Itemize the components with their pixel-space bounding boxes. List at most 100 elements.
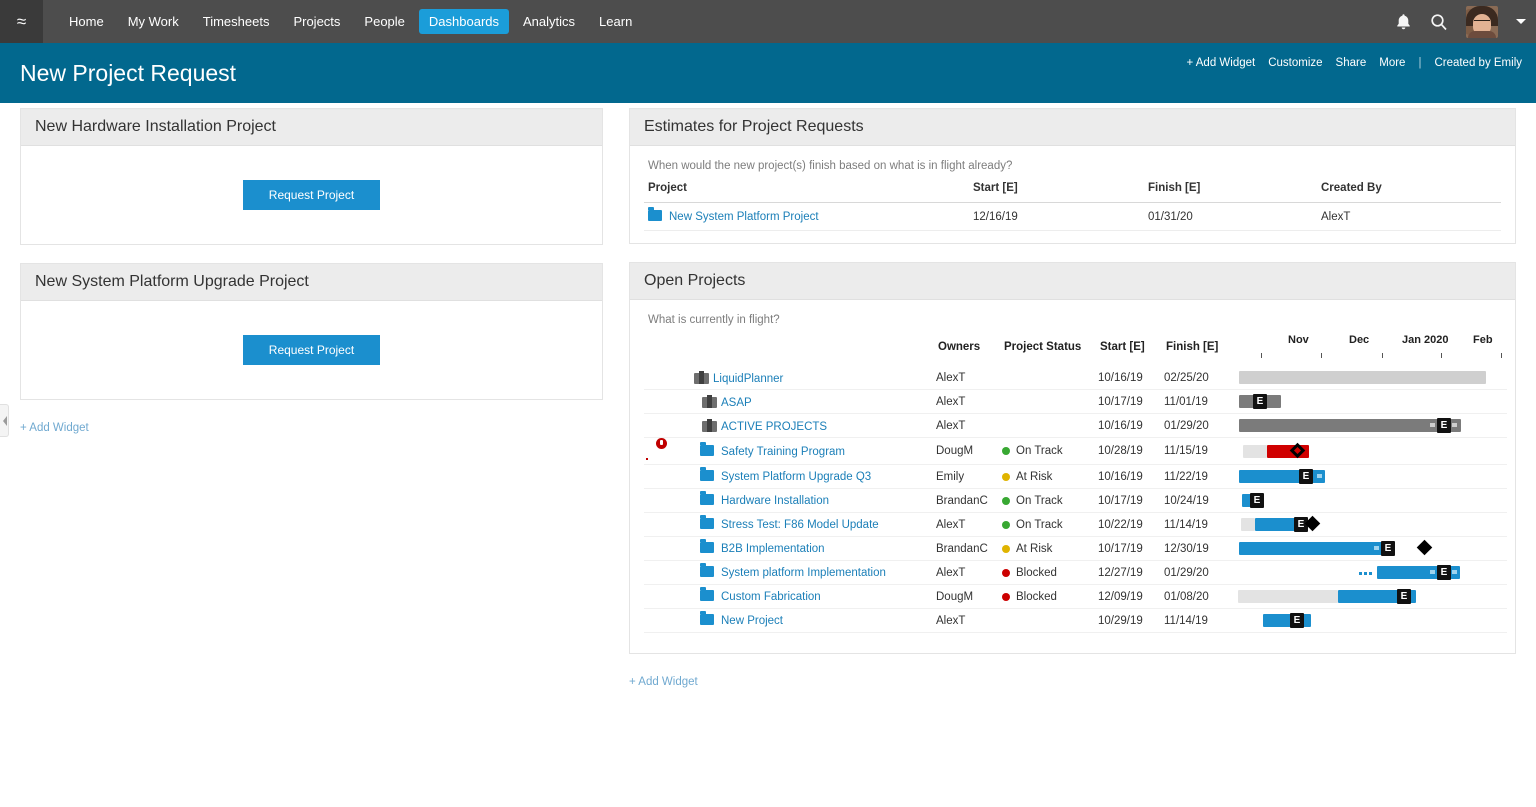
gantt-cell[interactable]: E (1234, 537, 1507, 561)
add-widget-left-link[interactable]: + Add Widget (20, 422, 89, 434)
header-action-more[interactable]: More (1379, 57, 1405, 69)
owner-cell: BrandanC (936, 537, 1002, 561)
alert-cell (644, 366, 666, 390)
gantt-cell[interactable]: E (1234, 561, 1507, 585)
package-icon (702, 395, 717, 408)
owner-cell: AlexT (936, 513, 1002, 537)
header-separator: | (1418, 57, 1421, 69)
estimate-badge[interactable]: E (1253, 394, 1267, 409)
hamburger-menu-icon[interactable]: ≈ (0, 0, 43, 43)
bar-handle[interactable] (1452, 570, 1457, 574)
gantt-bar[interactable] (1241, 518, 1255, 531)
estimate-badge[interactable]: E (1250, 493, 1264, 508)
gantt-bar[interactable] (1243, 445, 1267, 458)
search-icon[interactable] (1430, 13, 1448, 31)
project-link[interactable]: ACTIVE PROJECTS (721, 421, 827, 433)
folder-icon (700, 518, 714, 529)
estimate-badge[interactable]: E (1290, 613, 1304, 628)
gantt-cell[interactable]: E (1234, 414, 1507, 438)
nav-item-learn[interactable]: Learn (589, 9, 642, 34)
estimates-start-cell: 12/16/19 (969, 203, 1144, 231)
status-dot-icon (1002, 593, 1010, 601)
header-action-share[interactable]: Share (1336, 57, 1367, 69)
nav-item-my-work[interactable]: My Work (118, 9, 189, 34)
request-project-button[interactable]: Request Project (243, 335, 380, 365)
project-link[interactable]: System Platform Upgrade Q3 (721, 471, 871, 483)
owner-cell: Emily (936, 465, 1002, 489)
status-cell: Blocked (1002, 561, 1098, 585)
table-row: Custom FabricationDougMBlocked12/09/1901… (644, 585, 1507, 609)
project-name-cell: B2B Implementation (666, 537, 936, 561)
bar-handle[interactable] (1430, 570, 1435, 574)
project-name-cell: System platform Implementation (666, 561, 936, 585)
bell-icon[interactable] (1395, 13, 1412, 31)
project-link[interactable]: LiquidPlanner (713, 373, 783, 385)
estimate-badge[interactable]: E (1299, 469, 1313, 484)
alert-cell (644, 513, 666, 537)
gantt-cell[interactable]: E (1234, 390, 1507, 414)
nav-item-dashboards[interactable]: Dashboards (419, 9, 509, 34)
bar-handle[interactable] (1430, 423, 1435, 427)
estimates-col-header: Project (644, 174, 969, 203)
chevron-down-icon[interactable] (1516, 19, 1526, 24)
estimates-finish-cell: 01/31/20 (1144, 203, 1317, 231)
finish-date-cell: 01/29/20 (1164, 414, 1234, 438)
project-link[interactable]: Custom Fabrication (721, 591, 821, 603)
collapse-panel-handle[interactable] (0, 404, 9, 437)
timeline-month-label: Feb (1473, 334, 1493, 346)
bar-handle[interactable] (1317, 474, 1322, 478)
gantt-bar[interactable] (1239, 542, 1395, 555)
nav-item-home[interactable]: Home (59, 9, 114, 34)
gantt-cell[interactable]: E (1234, 609, 1507, 633)
start-date-cell: 10/22/19 (1098, 513, 1164, 537)
project-name-cell: Stress Test: F86 Model Update (666, 513, 936, 537)
estimate-badge[interactable]: E (1437, 418, 1451, 433)
gantt-bar[interactable] (1238, 590, 1338, 603)
gantt-bar[interactable] (1239, 371, 1486, 384)
left-column: New Hardware Installation ProjectRequest… (20, 108, 603, 448)
bar-handle[interactable] (1452, 423, 1457, 427)
estimate-badge[interactable]: E (1381, 541, 1395, 556)
gantt-cell[interactable]: E (1234, 489, 1507, 513)
estimate-badge[interactable]: E (1397, 589, 1411, 604)
project-link[interactable]: System platform Implementation (721, 567, 886, 579)
dependency-dots-icon[interactable] (1359, 570, 1374, 575)
project-link[interactable]: ASAP (721, 397, 752, 409)
project-link[interactable]: Stress Test: F86 Model Update (721, 519, 879, 531)
header-action-addwidget[interactable]: + Add Widget (1186, 57, 1255, 69)
gantt-bar[interactable] (1239, 419, 1461, 432)
bar-handle[interactable] (1374, 546, 1379, 550)
table-row: New System Platform Project 12/16/1901/31… (644, 203, 1501, 231)
package-icon (702, 419, 717, 432)
status-label: Blocked (1016, 591, 1057, 603)
nav-item-people[interactable]: People (354, 9, 414, 34)
status-cell: On Track (1002, 489, 1098, 513)
nav-item-analytics[interactable]: Analytics (513, 9, 585, 34)
avatar[interactable] (1466, 6, 1498, 38)
project-link[interactable]: B2B Implementation (721, 543, 825, 555)
status-cell (1002, 414, 1098, 438)
folder-icon (700, 445, 714, 456)
gantt-cell[interactable]: E (1234, 585, 1507, 609)
nav-item-projects[interactable]: Projects (283, 9, 350, 34)
header-action-customize[interactable]: Customize (1268, 57, 1322, 69)
folder-icon (700, 542, 714, 553)
project-link[interactable]: Safety Training Program (721, 446, 845, 458)
alert-cell (644, 561, 666, 585)
estimate-badge[interactable]: E (1437, 565, 1451, 580)
owner-cell: AlexT (936, 561, 1002, 585)
project-link[interactable]: New Project (721, 615, 783, 627)
gantt-cell[interactable]: E (1234, 513, 1507, 537)
gantt-cell[interactable] (1234, 438, 1507, 465)
nav-item-timesheets[interactable]: Timesheets (193, 9, 280, 34)
add-widget-right-link[interactable]: + Add Widget (629, 676, 698, 688)
start-date-cell: 10/16/19 (1098, 414, 1164, 438)
project-link[interactable]: New System Platform Project (669, 211, 819, 223)
request-project-button[interactable]: Request Project (243, 180, 380, 210)
gantt-cell[interactable] (1234, 366, 1507, 390)
gantt-cell[interactable]: E (1234, 465, 1507, 489)
alert-icon[interactable] (656, 438, 667, 449)
finish-date-cell: 11/22/19 (1164, 465, 1234, 489)
project-link[interactable]: Hardware Installation (721, 495, 829, 507)
milestone-diamond-icon[interactable] (1417, 540, 1433, 556)
